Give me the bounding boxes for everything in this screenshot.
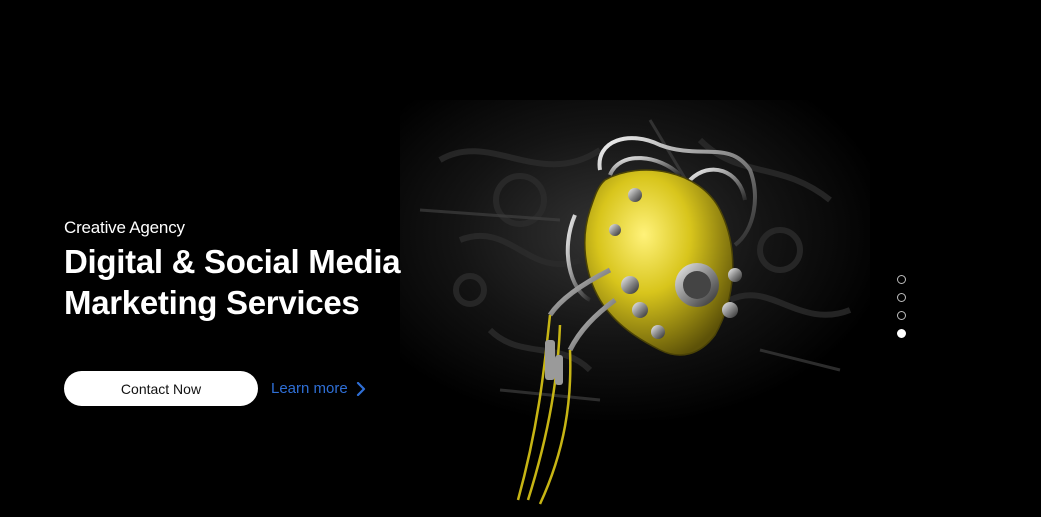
slider-dot-3[interactable]	[897, 311, 906, 320]
mechanical-heart-image	[400, 100, 870, 505]
hero-banner: Creative Agency Digital & Social Media M…	[0, 0, 1041, 517]
slider-dot-2[interactable]	[897, 293, 906, 302]
hero-headline: Digital & Social Media Marketing Service…	[64, 243, 401, 321]
learn-more-link[interactable]: Learn more	[271, 380, 366, 397]
chevron-right-icon	[356, 381, 365, 396]
learn-more-label: Learn more	[271, 380, 348, 397]
cta-row: Contact Now Learn more	[64, 371, 366, 406]
contact-now-button[interactable]: Contact Now	[64, 371, 258, 406]
hero-eyebrow: Creative Agency	[64, 218, 185, 237]
hero-text-block: Creative Agency Digital & Social Media M…	[64, 217, 444, 323]
slider-pagination	[897, 275, 906, 347]
slider-dot-1[interactable]	[897, 275, 906, 284]
slider-dot-4[interactable]	[897, 329, 906, 338]
